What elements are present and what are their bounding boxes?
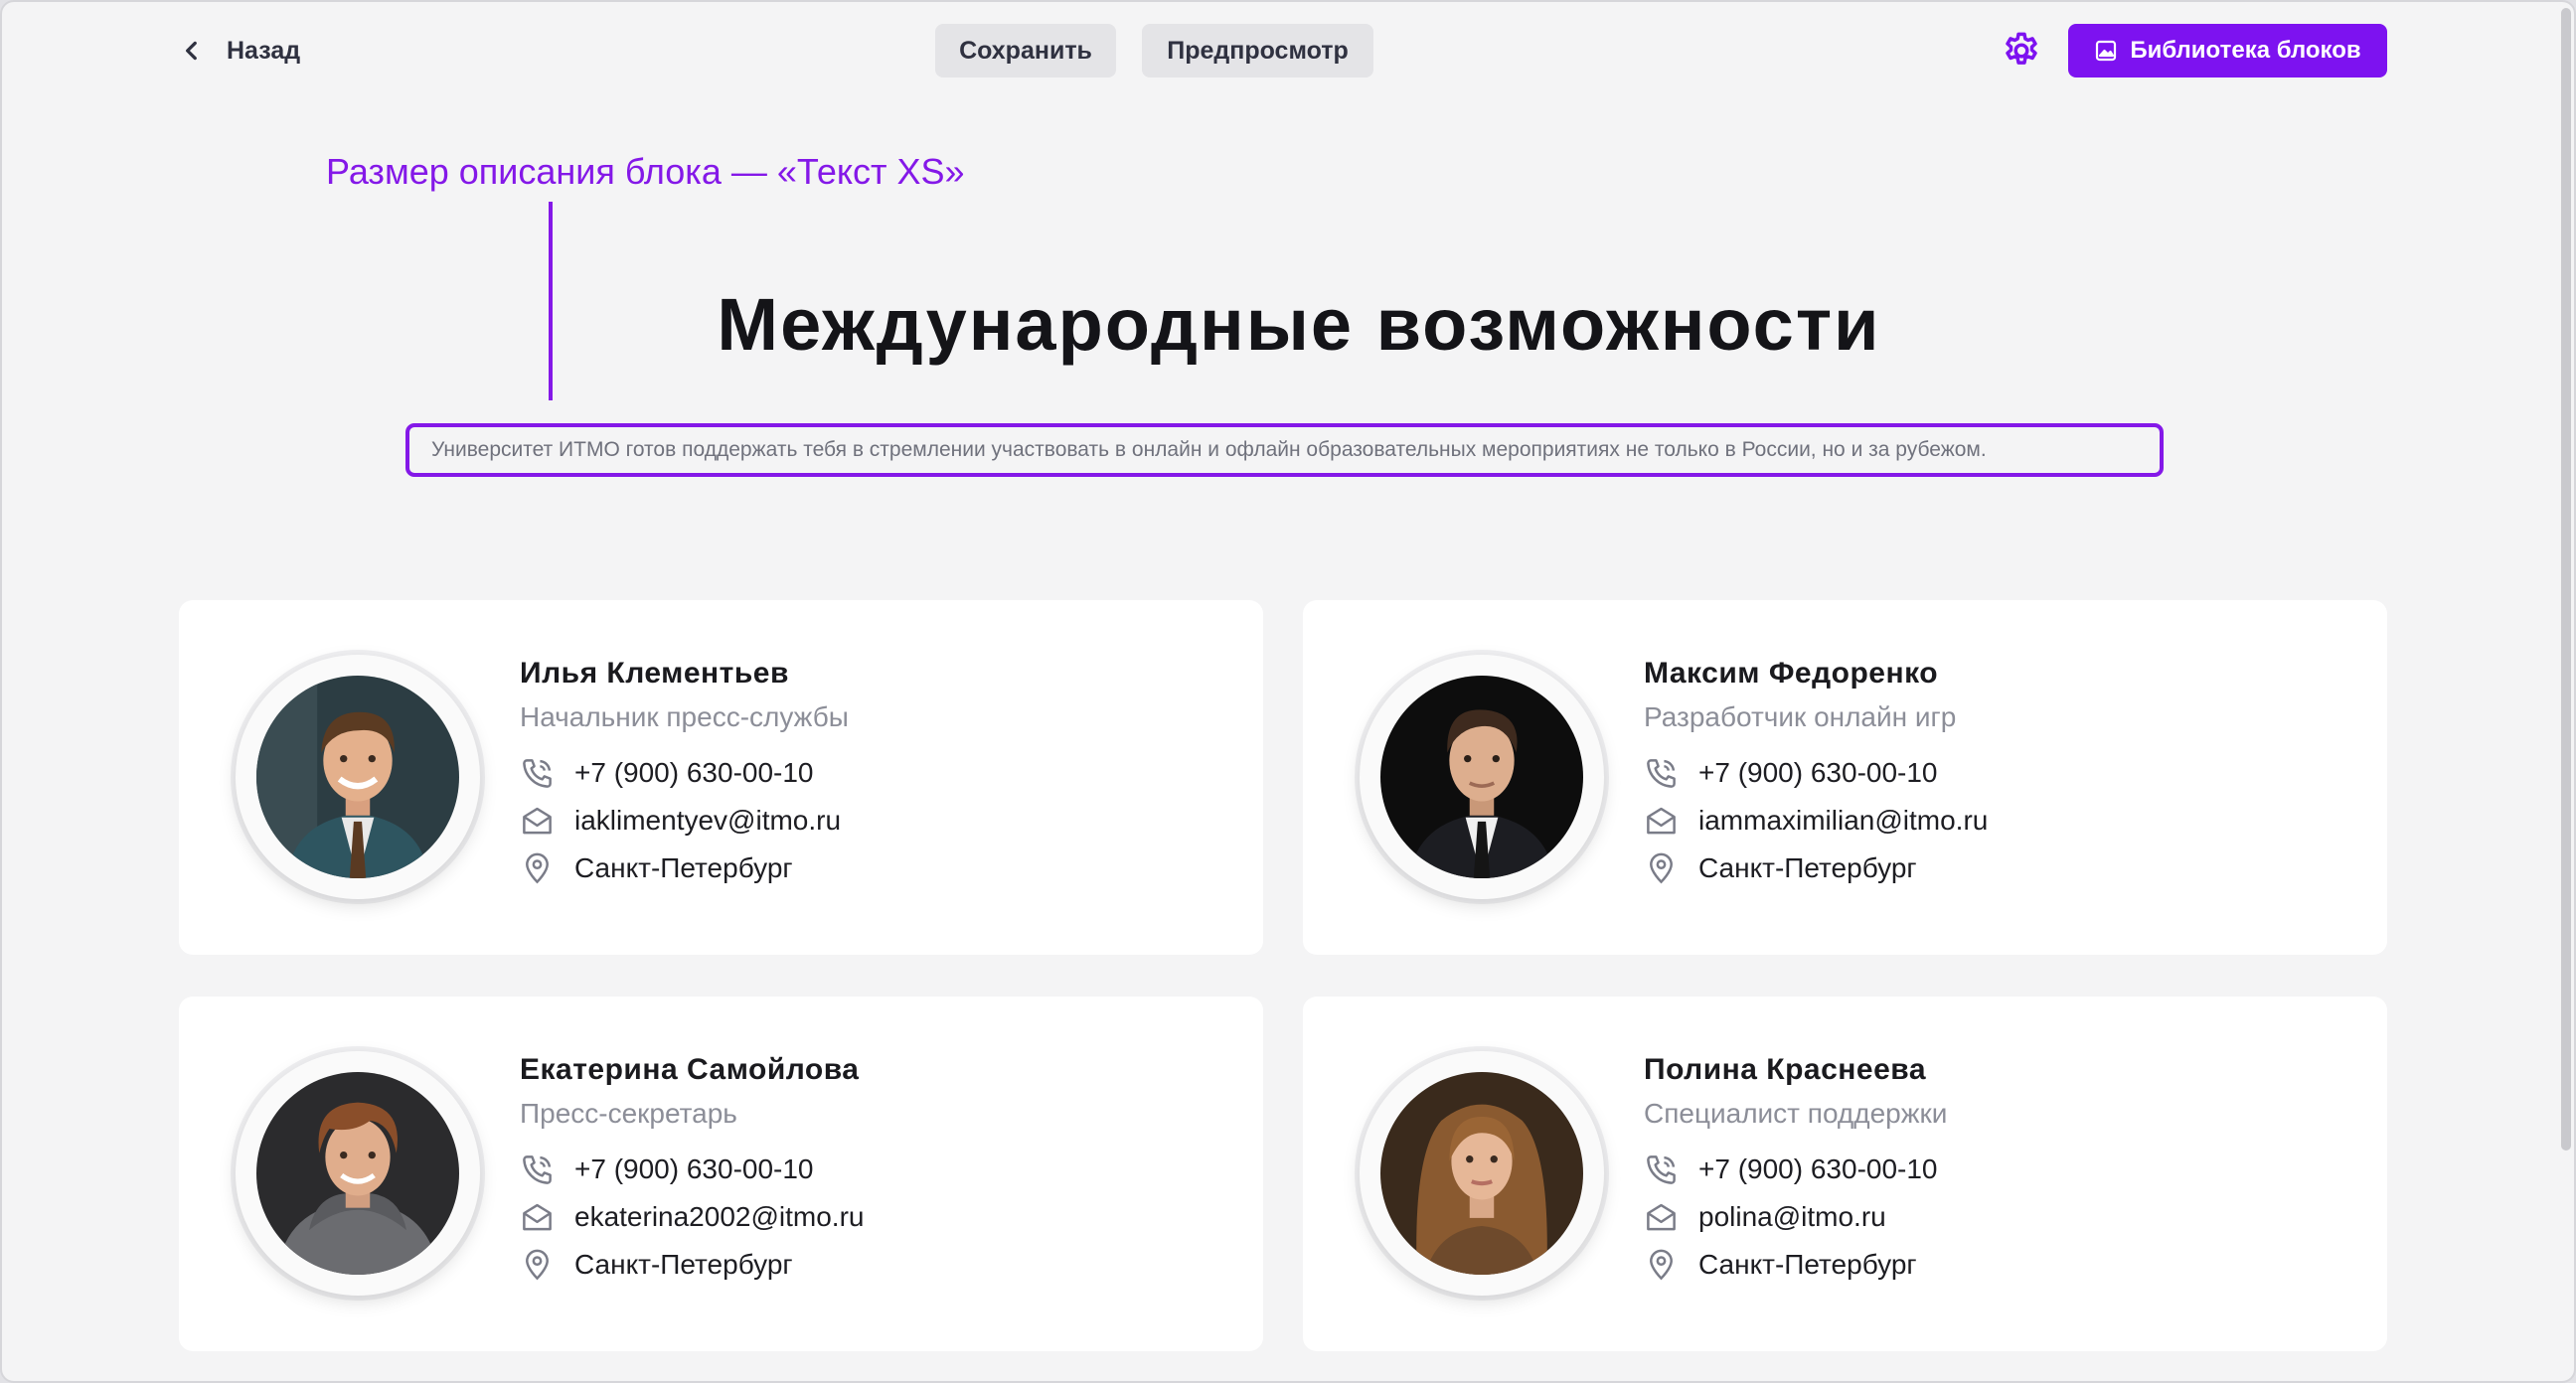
contact-name: Екатерина Самойлова (520, 1053, 860, 1086)
contact-role: Разработчик онлайн игр (1644, 701, 1957, 732)
contact-phone-row: +7 (900) 630-00-10 (1644, 749, 1988, 797)
envelope-icon (523, 1203, 552, 1230)
contact-email[interactable]: polina@itmo.ru (1698, 1201, 1886, 1233)
phone-icon (1647, 758, 1676, 788)
contact-email[interactable]: iammaximilian@itmo.ru (1698, 805, 1988, 837)
avatar (1380, 1072, 1583, 1275)
phone-icon (1647, 1154, 1676, 1184)
contact-location-row: Санкт-Петербург (520, 1241, 864, 1289)
block-title[interactable]: Международные возможности (559, 282, 2039, 367)
contact-phone-row: +7 (900) 630-00-10 (520, 1146, 864, 1193)
location-pin-icon (526, 852, 549, 883)
avatar-frame (1360, 655, 1604, 899)
contact-name: Максим Федоренко (1644, 657, 1939, 690)
envelope-icon (1647, 807, 1676, 834)
contact-card: Полина Краснеева Специалист поддержки +7… (1303, 997, 2387, 1351)
chevron-left-icon (186, 41, 197, 61)
contact-phone-row: +7 (900) 630-00-10 (520, 749, 849, 797)
contact-city: Санкт-Петербург (574, 1249, 793, 1280)
contact-email[interactable]: ekaterina2002@itmo.ru (574, 1201, 864, 1233)
contact-role: Специалист поддержки (1644, 1098, 1948, 1129)
annotation-label: Размер описания блока — «Текст XS» (326, 151, 965, 192)
contact-email-row: polina@itmo.ru (1644, 1193, 1947, 1241)
contact-name: Илья Клементьев (520, 657, 789, 690)
location-pin-icon (526, 1249, 549, 1280)
contact-phone[interactable]: +7 (900) 630-00-10 (574, 757, 814, 789)
avatar-frame (236, 655, 480, 899)
block-description[interactable]: Университет ИТМО готов поддержать тебя в… (405, 423, 2164, 477)
contact-location-row: Санкт-Петербург (520, 845, 849, 892)
avatar (256, 1072, 459, 1275)
block-library-button[interactable]: Библиотека блоков (2068, 24, 2387, 77)
annotation-pointer-line (549, 202, 553, 400)
contact-role: Начальник пресс-службы (520, 701, 849, 732)
phone-icon (523, 1154, 552, 1184)
contact-card: Максим Федоренко Разработчик онлайн игр … (1303, 600, 2387, 955)
contact-phone[interactable]: +7 (900) 630-00-10 (574, 1153, 814, 1185)
back-label: Назад (227, 36, 301, 65)
contact-phone[interactable]: +7 (900) 630-00-10 (1698, 1153, 1938, 1185)
contact-card: Екатерина Самойлова Пресс-секретарь +7 (… (179, 997, 1263, 1351)
contact-name: Полина Краснеева (1644, 1053, 1927, 1086)
contact-location-row: Санкт-Петербург (1644, 845, 1988, 892)
image-icon (2096, 40, 2117, 62)
contact-email-row: iaklimentyev@itmo.ru (520, 797, 849, 845)
phone-icon (523, 758, 552, 788)
contact-city: Санкт-Петербург (1698, 852, 1917, 883)
avatar-frame (1360, 1051, 1604, 1296)
contact-email-row: ekaterina2002@itmo.ru (520, 1193, 864, 1241)
preview-button[interactable]: Предпросмотр (1142, 24, 1373, 77)
contact-role: Пресс-секретарь (520, 1098, 737, 1129)
envelope-icon (1647, 1203, 1676, 1230)
contact-info: Екатерина Самойлова Пресс-секретарь +7 (… (520, 1048, 864, 1289)
contact-email[interactable]: iaklimentyev@itmo.ru (574, 805, 841, 837)
contact-card: Илья Клементьев Начальник пресс-службы +… (179, 600, 1263, 955)
location-pin-icon (1650, 1249, 1673, 1280)
contact-location-row: Санкт-Петербург (1644, 1241, 1947, 1289)
contact-phone[interactable]: +7 (900) 630-00-10 (1698, 757, 1938, 789)
avatar (1380, 676, 1583, 878)
avatar (256, 676, 459, 878)
gear-icon[interactable] (2001, 30, 2042, 72)
contact-city: Санкт-Петербург (574, 852, 793, 883)
contact-info: Максим Федоренко Разработчик онлайн игр … (1644, 652, 1988, 892)
scrollbar-thumb[interactable] (2561, 8, 2571, 1151)
contact-city: Санкт-Петербург (1698, 1249, 1917, 1280)
save-button[interactable]: Сохранить (935, 24, 1116, 77)
contact-phone-row: +7 (900) 630-00-10 (1644, 1146, 1947, 1193)
contact-info: Илья Клементьев Начальник пресс-службы +… (520, 652, 849, 892)
contact-info: Полина Краснеева Специалист поддержки +7… (1644, 1048, 1947, 1289)
contact-email-row: iammaximilian@itmo.ru (1644, 797, 1988, 845)
avatar-frame (236, 1051, 480, 1296)
location-pin-icon (1650, 852, 1673, 883)
back-button[interactable]: Назад (179, 24, 300, 77)
envelope-icon (523, 807, 552, 834)
app-window: Назад Сохранить Предпросмотр Библиотека … (0, 0, 2576, 1383)
block-description-text: Университет ИТМО готов поддержать тебя в… (431, 438, 1987, 461)
block-library-label: Библиотека блоков (2130, 37, 2361, 64)
